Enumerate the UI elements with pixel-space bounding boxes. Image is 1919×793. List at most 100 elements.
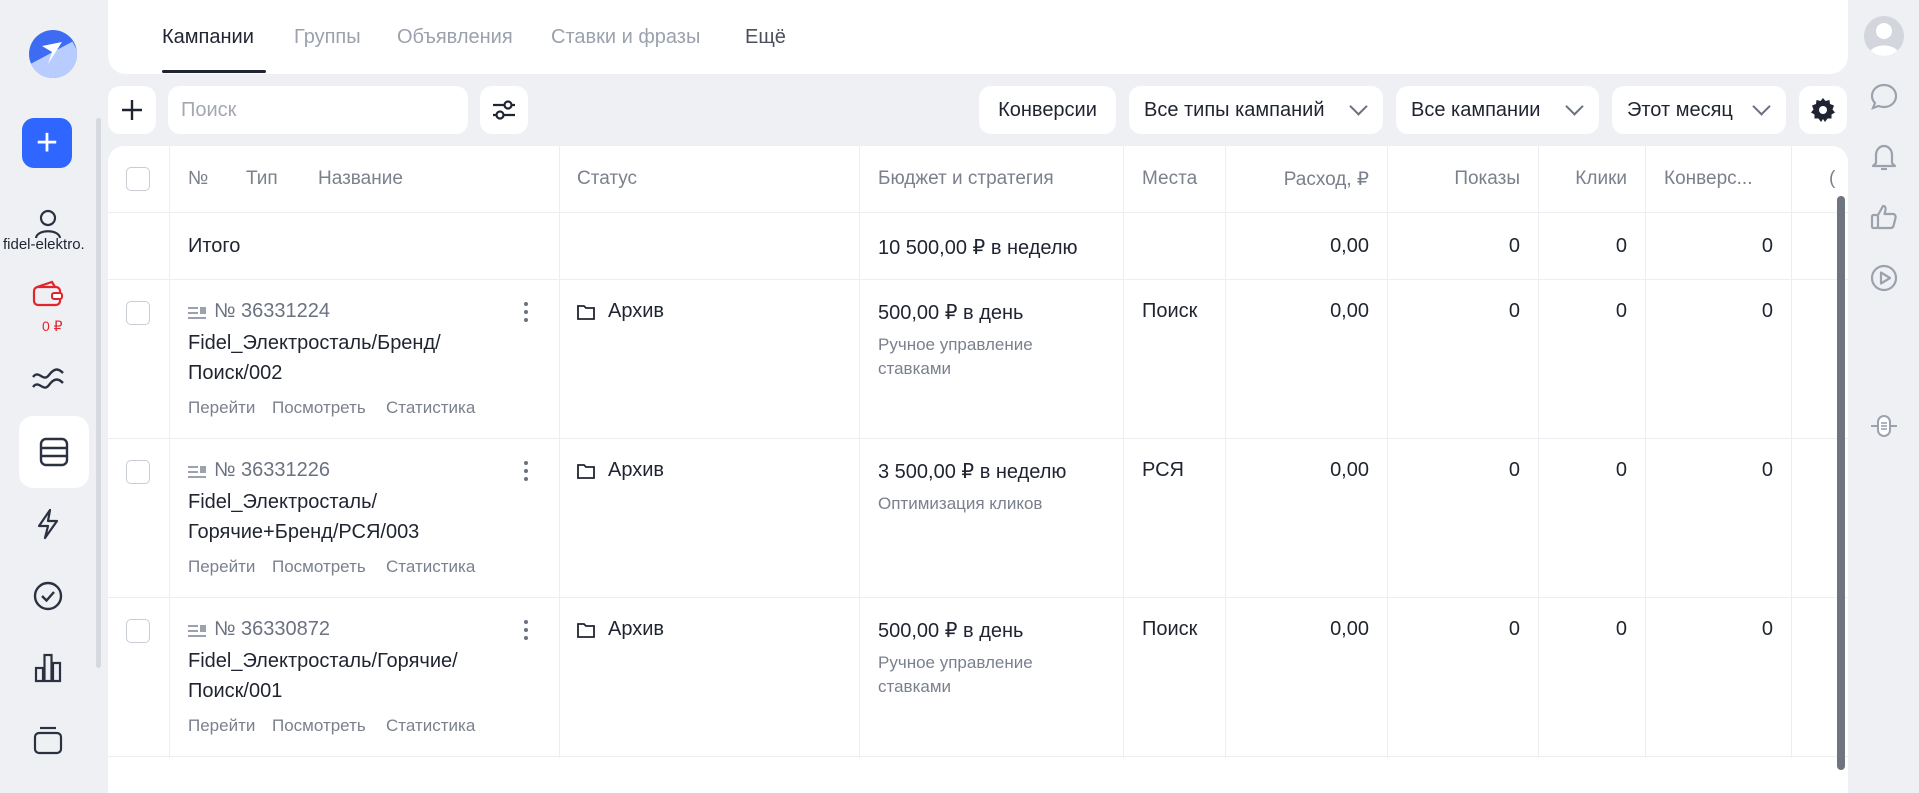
filters-button[interactable] bbox=[480, 86, 528, 134]
more-vertical-icon[interactable] bbox=[524, 461, 530, 485]
statistics-link[interactable]: Статистика bbox=[386, 398, 475, 418]
column-divider bbox=[1791, 146, 1792, 758]
sidebar-scrollbar[interactable] bbox=[96, 118, 101, 668]
text-campaign-icon bbox=[188, 466, 206, 478]
total-spend: 0,00 bbox=[1330, 235, 1369, 257]
go-to-link[interactable]: Перейти bbox=[188, 398, 255, 418]
view-link[interactable]: Посмотреть bbox=[272, 716, 366, 736]
campaign-name[interactable]: Fidel_Электросталь/Горячие/ bbox=[188, 650, 458, 673]
folder-icon bbox=[577, 464, 595, 479]
campaign-clicks: 0 bbox=[1615, 459, 1627, 481]
add-campaign-button[interactable] bbox=[108, 86, 156, 134]
column-divider bbox=[859, 146, 860, 758]
bell-icon[interactable] bbox=[1867, 140, 1901, 174]
campaign-impressions: 0 bbox=[1508, 300, 1520, 322]
tab-more[interactable]: Ещё bbox=[745, 26, 786, 49]
header-clicks[interactable]: Клики bbox=[1538, 168, 1627, 190]
select-all-checkbox[interactable] bbox=[126, 167, 150, 191]
campaign-name-cont[interactable]: Горячие+Бренд/РСЯ/003 bbox=[188, 521, 419, 544]
thumbs-up-icon[interactable] bbox=[1867, 200, 1901, 234]
campaigns-filter-dropdown[interactable]: Все кампании bbox=[1396, 86, 1599, 134]
campaign-name[interactable]: Fidel_Электросталь/Бренд/ bbox=[188, 332, 441, 355]
wave-icon[interactable] bbox=[20, 352, 76, 408]
campaign-budget[interactable]: 500,00 ₽ в день bbox=[878, 618, 1023, 643]
play-icon[interactable] bbox=[1867, 261, 1901, 295]
account-label[interactable]: fidel-elektro. bbox=[3, 236, 93, 253]
campaign-name[interactable]: Fidel_Электросталь/ bbox=[188, 491, 377, 514]
row-divider bbox=[108, 212, 1848, 213]
resize-handle-icon[interactable] bbox=[1867, 409, 1901, 443]
total-clicks: 0 bbox=[1615, 235, 1627, 257]
campaign-id: № 36331224 bbox=[214, 300, 330, 322]
campaign-strategy-cont: ставками bbox=[878, 677, 952, 696]
campaign-budget[interactable]: 3 500,00 ₽ в неделю bbox=[878, 459, 1066, 484]
chevron-down-icon bbox=[1752, 97, 1771, 116]
folder-icon bbox=[577, 305, 595, 320]
column-divider bbox=[559, 146, 560, 758]
header-places[interactable]: Места bbox=[1142, 168, 1197, 190]
view-link[interactable]: Посмотреть bbox=[272, 398, 366, 418]
campaign-strategy: Ручное управление bbox=[878, 653, 1033, 672]
conversions-button[interactable]: Конверсии bbox=[979, 86, 1116, 134]
text-campaign-icon bbox=[188, 307, 206, 319]
total-budget: 10 500,00 ₽ в неделю bbox=[878, 237, 1078, 259]
avatar-icon[interactable] bbox=[1864, 16, 1904, 56]
header-impressions[interactable]: Показы bbox=[1387, 168, 1520, 190]
campaign-strategy-cont: ставками bbox=[878, 359, 952, 378]
statistics-link[interactable]: Статистика bbox=[386, 557, 475, 577]
row-divider bbox=[108, 279, 1848, 280]
go-to-link[interactable]: Перейти bbox=[188, 557, 255, 577]
header-type[interactable]: Тип bbox=[246, 168, 278, 190]
view-link[interactable]: Посмотреть bbox=[272, 557, 366, 577]
logo-icon[interactable] bbox=[29, 30, 77, 78]
bar-chart-icon[interactable] bbox=[20, 640, 76, 696]
header-conversions[interactable]: Конверс... bbox=[1664, 168, 1752, 190]
tab-groups[interactable]: Группы bbox=[294, 26, 361, 49]
add-icon[interactable]: + bbox=[22, 118, 72, 168]
row-checkbox[interactable] bbox=[126, 460, 150, 484]
statistics-link[interactable]: Статистика bbox=[386, 716, 475, 736]
campaigns-filter-label: Все кампании bbox=[1411, 98, 1541, 121]
folder-icon bbox=[577, 623, 595, 638]
lightning-icon[interactable] bbox=[20, 496, 76, 552]
campaign-status: Архив bbox=[608, 459, 665, 481]
header-number[interactable]: № bbox=[188, 168, 208, 190]
chat-icon[interactable] bbox=[1867, 80, 1901, 114]
campaign-conversions: 0 bbox=[1761, 618, 1773, 640]
header-next-column[interactable]: ( bbox=[1829, 168, 1835, 190]
table-scrollbar[interactable] bbox=[1837, 196, 1845, 770]
more-vertical-icon[interactable] bbox=[524, 302, 530, 326]
row-checkbox[interactable] bbox=[126, 301, 150, 325]
campaign-name-cont[interactable]: Поиск/001 bbox=[188, 680, 282, 703]
row-checkbox[interactable] bbox=[126, 619, 150, 643]
campaigns-icon[interactable] bbox=[19, 416, 89, 488]
wallet-icon[interactable] bbox=[20, 270, 76, 318]
settings-button[interactable] bbox=[1799, 86, 1847, 134]
campaign-types-dropdown[interactable]: Все типы кампаний bbox=[1129, 86, 1383, 134]
text-campaign-icon bbox=[188, 625, 206, 637]
period-dropdown[interactable]: Этот месяц bbox=[1612, 86, 1786, 134]
campaign-name-cont[interactable]: Поиск/002 bbox=[188, 362, 282, 385]
campaigns-table: № Тип Название Статус Бюджет и стратегия… bbox=[108, 146, 1848, 793]
wallet-balance: 0 ₽ bbox=[42, 318, 63, 334]
tab-campaigns[interactable]: Кампании bbox=[162, 26, 254, 49]
tab-bids-phrases[interactable]: Ставки и фразы bbox=[551, 26, 700, 49]
campaign-budget[interactable]: 500,00 ₽ в день bbox=[878, 300, 1023, 325]
go-to-link[interactable]: Перейти bbox=[188, 716, 255, 736]
more-vertical-icon[interactable] bbox=[524, 620, 530, 644]
header-name[interactable]: Название bbox=[318, 168, 403, 190]
stack-icon[interactable] bbox=[20, 712, 76, 768]
header-budget[interactable]: Бюджет и стратегия bbox=[878, 168, 1054, 190]
search-input[interactable] bbox=[168, 86, 468, 134]
total-conversions: 0 bbox=[1761, 235, 1773, 257]
campaign-strategy: Ручное управление bbox=[878, 335, 1033, 354]
campaign-conversions: 0 bbox=[1761, 300, 1773, 322]
header-status[interactable]: Статус bbox=[577, 168, 637, 190]
check-circle-icon[interactable] bbox=[20, 568, 76, 624]
right-sidebar bbox=[1849, 0, 1919, 793]
left-sidebar: + fidel-elektro. 0 ₽ bbox=[0, 0, 89, 793]
tab-ads[interactable]: Объявления bbox=[397, 26, 513, 49]
sliders-icon bbox=[493, 100, 515, 120]
column-divider bbox=[169, 146, 170, 758]
header-spend[interactable]: Расход, ₽ bbox=[1225, 168, 1369, 191]
